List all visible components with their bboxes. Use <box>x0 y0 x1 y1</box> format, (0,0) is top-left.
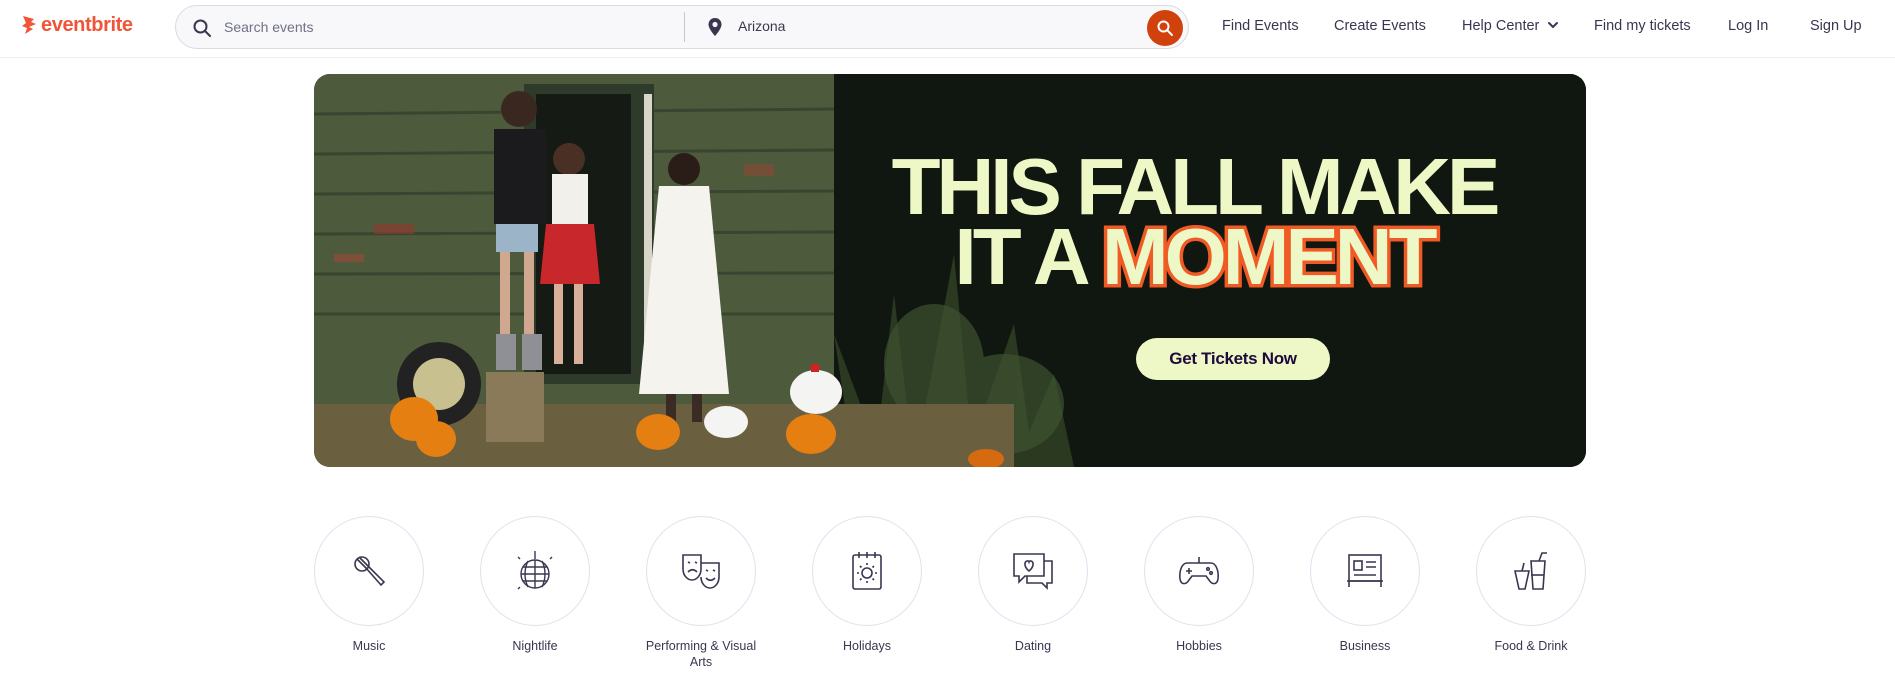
nav-sign-up[interactable]: Sign Up <box>1810 18 1862 34</box>
hero-banner[interactable]: THIS FALL MAKE IT A MOMENT Get Tickets N… <box>314 74 1586 467</box>
disco-ball-icon <box>517 551 553 590</box>
category-circle <box>480 516 590 626</box>
search-icon <box>193 19 211 37</box>
category-circle <box>1144 516 1254 626</box>
location-pin-icon <box>708 18 722 36</box>
get-tickets-button[interactable]: Get Tickets Now <box>1136 338 1330 380</box>
hero-headline: THIS FALL MAKE IT A MOMENT <box>834 147 1554 301</box>
calendar-sun-icon <box>852 552 882 590</box>
category-label: Dating <box>1014 639 1052 653</box>
category-circle <box>1310 516 1420 626</box>
category-circle <box>1476 516 1586 626</box>
search-icon <box>1157 20 1173 36</box>
eventbrite-logo-icon <box>22 16 36 34</box>
category-holidays[interactable]: Holidays <box>797 516 937 654</box>
nav-help-center[interactable]: Help Center <box>1462 18 1559 34</box>
category-label: Holidays <box>843 639 891 653</box>
top-header: eventbrite Arizona Find Events Create Ev… <box>0 0 1895 58</box>
category-label: Nightlife <box>512 639 558 653</box>
gamepad-icon <box>1179 557 1219 585</box>
category-performing-visual-arts[interactable]: Performing & Visual Arts <box>631 516 771 670</box>
presentation-board-icon <box>1347 554 1383 587</box>
category-circle <box>812 516 922 626</box>
category-dating[interactable]: Dating <box>963 516 1103 654</box>
category-label: Music <box>352 639 386 653</box>
hero-headline-line2: IT A MOMENT <box>834 213 1554 300</box>
logo-text: eventbrite <box>41 13 133 36</box>
theater-masks-icon <box>682 554 720 589</box>
category-label: Performing & Visual Arts <box>645 639 757 669</box>
search-submit-button[interactable] <box>1147 10 1183 46</box>
category-food-drink[interactable]: Food & Drink <box>1461 516 1601 654</box>
category-label: Hobbies <box>1176 639 1222 653</box>
nav-find-my-tickets[interactable]: Find my tickets <box>1594 18 1691 34</box>
category-hobbies[interactable]: Hobbies <box>1129 516 1269 654</box>
search-bar: Arizona <box>175 5 1189 49</box>
microphone-icon <box>354 556 386 587</box>
category-nightlife[interactable]: Nightlife <box>465 516 605 654</box>
hero-headline-prefix: IT A <box>954 212 1102 301</box>
nav-create-events[interactable]: Create Events <box>1334 18 1426 34</box>
category-business[interactable]: Business <box>1295 516 1435 654</box>
nav-help-center-label: Help Center <box>1462 18 1540 34</box>
chat-heart-icon <box>1013 553 1053 590</box>
category-music[interactable]: Music <box>299 516 439 654</box>
category-circle <box>314 516 424 626</box>
eventbrite-logo[interactable]: eventbrite <box>20 13 133 37</box>
nav-find-events[interactable]: Find Events <box>1222 18 1299 34</box>
category-row: Music Nightlife Performing & Visual Arts <box>314 516 1586 669</box>
search-divider <box>684 12 685 42</box>
drinks-icon <box>1514 552 1547 590</box>
nav-log-in[interactable]: Log In <box>1728 18 1768 34</box>
chevron-down-icon <box>1548 22 1559 29</box>
hero-headline-highlight: MOMENT <box>1098 212 1440 301</box>
category-label: Business <box>1339 639 1391 653</box>
category-label: Food & Drink <box>1494 639 1568 653</box>
category-circle <box>978 516 1088 626</box>
category-circle <box>646 516 756 626</box>
location-input[interactable]: Arizona <box>738 18 785 34</box>
